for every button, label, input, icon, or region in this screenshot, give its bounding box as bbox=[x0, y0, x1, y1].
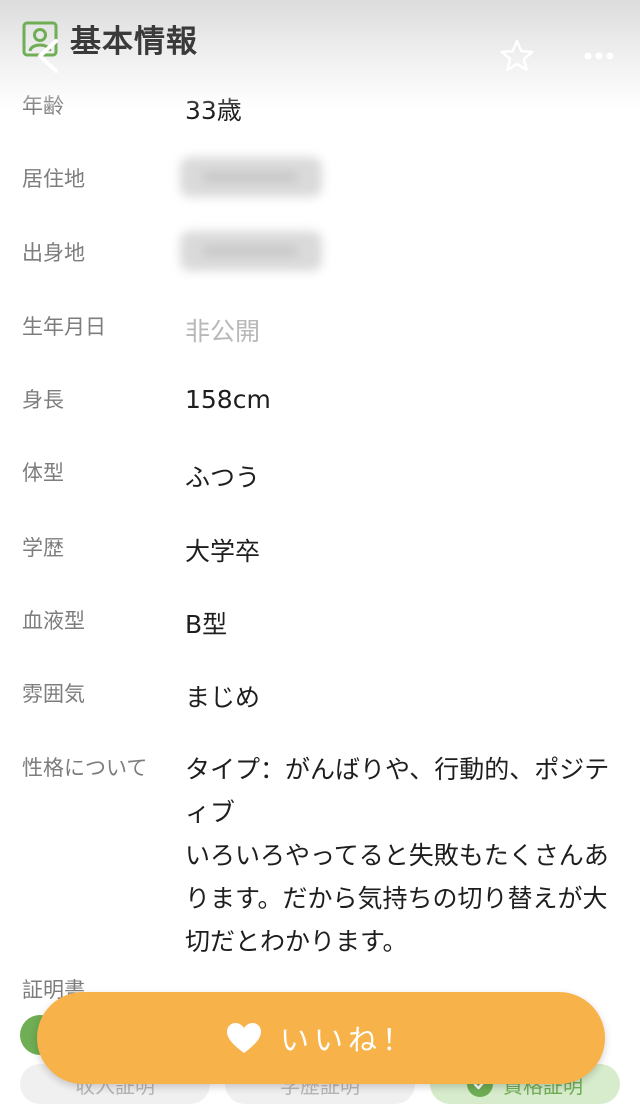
atmosphere-value: まじめ bbox=[185, 683, 261, 712]
residence-label: 居住地 bbox=[22, 167, 85, 191]
hometown-label: 出身地 bbox=[22, 241, 85, 265]
like-button[interactable]: いいね！ bbox=[37, 992, 605, 1084]
personality-label: 性格について bbox=[22, 756, 148, 780]
header-bar: 基本情報 bbox=[0, 0, 640, 110]
birthday-label: 生年月日 bbox=[22, 315, 106, 339]
hometown-value-blurred bbox=[180, 231, 322, 271]
section-title: 基本情報 bbox=[70, 24, 198, 60]
residence-value-blurred bbox=[180, 157, 322, 197]
star-outline-icon[interactable] bbox=[499, 38, 535, 74]
blood-type-label: 血液型 bbox=[22, 609, 85, 633]
personality-value: タイプ：がんばりや、行動的、ポジティブ いろいろやってると失敗もたくさんあります… bbox=[185, 755, 610, 956]
education-label: 学歴 bbox=[22, 536, 64, 560]
ellipsis-icon[interactable] bbox=[583, 50, 615, 62]
height-label: 身長 bbox=[22, 388, 64, 412]
body-type-value: ふつう bbox=[185, 463, 261, 492]
blood-type-value: B型 bbox=[185, 610, 228, 639]
height-value: 158cm bbox=[185, 385, 271, 414]
heart-icon bbox=[226, 1023, 261, 1053]
like-button-label: いいね！ bbox=[279, 1023, 416, 1057]
body-type-label: 体型 bbox=[22, 461, 64, 485]
atmosphere-label: 雰囲気 bbox=[22, 682, 85, 706]
chevron-left-icon[interactable] bbox=[34, 38, 62, 74]
education-value: 大学卒 bbox=[185, 537, 261, 566]
birthday-value: 非公開 bbox=[185, 317, 261, 346]
